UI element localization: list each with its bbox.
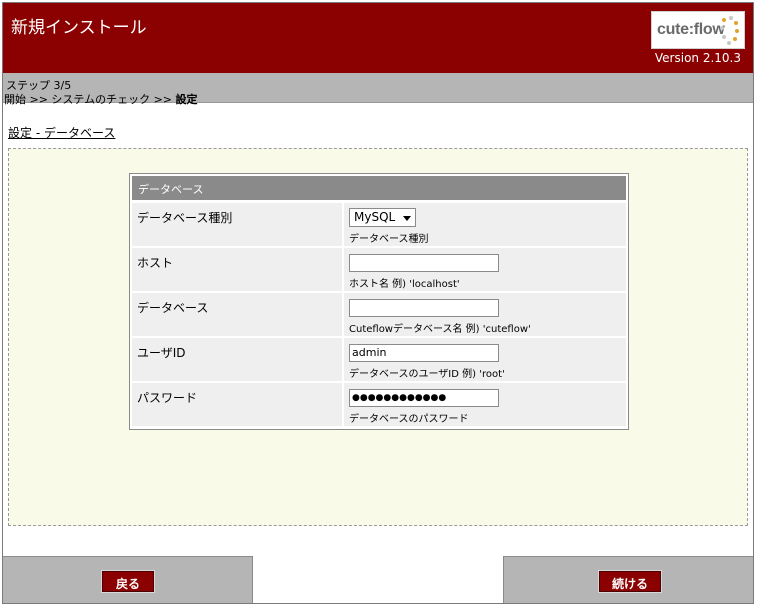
password-hint: データベースのパスワード (349, 414, 469, 425)
database-type-value: MySQL (354, 210, 396, 224)
row-host: ホスト ホスト名 例) 'localhost' (132, 248, 626, 291)
database-type-hint: データベース種別 (349, 234, 429, 245)
chevron-down-icon (403, 216, 411, 221)
row-password: パスワード ●●●●●●●●●●●● データベースのパスワード (132, 383, 626, 426)
breadcrumb: 開始 >> システムのチェック >> 設定 (4, 91, 198, 107)
page-title: 新規インストール (11, 18, 147, 38)
section-link-database[interactable]: 設定 - データベース (8, 124, 115, 141)
password-label: パスワード (132, 383, 342, 426)
breadcrumb-current: 設定 (175, 93, 198, 106)
logo-dots-icon (720, 16, 740, 46)
continue-button[interactable]: 続ける (598, 570, 662, 593)
row-database-type: データベース種別 MySQL データベース種別 (132, 203, 626, 246)
database-type-select[interactable]: MySQL (349, 208, 416, 227)
database-name-input[interactable] (349, 299, 499, 317)
row-database-name: データベース Cuteflowデータベース名 例) 'cuteflow' (132, 293, 626, 336)
database-name-hint: Cuteflowデータベース名 例) 'cuteflow' (349, 324, 531, 335)
table-heading: データベース (132, 176, 626, 200)
installer-window: 新規インストール cute:flow Version 2.10.3 ステップ 3… (2, 2, 754, 604)
header-bar: 新規インストール cute:flow Version 2.10.3 (3, 3, 753, 73)
host-label: ホスト (132, 248, 342, 291)
database-settings-table: データベース データベース種別 MySQL データベース種別 ホスト ホスト名 … (129, 173, 629, 430)
user-id-hint: データベースのユーザID 例) 'root' (349, 369, 505, 380)
host-input[interactable] (349, 254, 499, 272)
database-type-label: データベース種別 (132, 203, 342, 246)
password-input[interactable]: ●●●●●●●●●●●● (349, 389, 499, 407)
version-label: Version 2.10.3 (654, 51, 741, 65)
footer-left-panel: 戻る (3, 556, 253, 603)
back-button[interactable]: 戻る (101, 570, 155, 593)
footer-right-panel: 続ける (503, 556, 753, 603)
cuteflow-logo: cute:flow (651, 11, 745, 49)
step-bar: ステップ 3/5 開始 >> システムのチェック >> 設定 (3, 73, 753, 106)
database-name-label: データベース (132, 293, 342, 336)
host-hint: ホスト名 例) 'localhost' (349, 279, 460, 290)
content-panel: データベース データベース種別 MySQL データベース種別 ホスト ホスト名 … (8, 148, 748, 526)
user-id-input[interactable]: admin (349, 344, 499, 362)
row-user-id: ユーザID admin データベースのユーザID 例) 'root' (132, 338, 626, 381)
user-id-label: ユーザID (132, 338, 342, 381)
logo-text: cute:flow (657, 21, 725, 38)
breadcrumb-prefix: 開始 >> システムのチェック >> (4, 93, 176, 106)
